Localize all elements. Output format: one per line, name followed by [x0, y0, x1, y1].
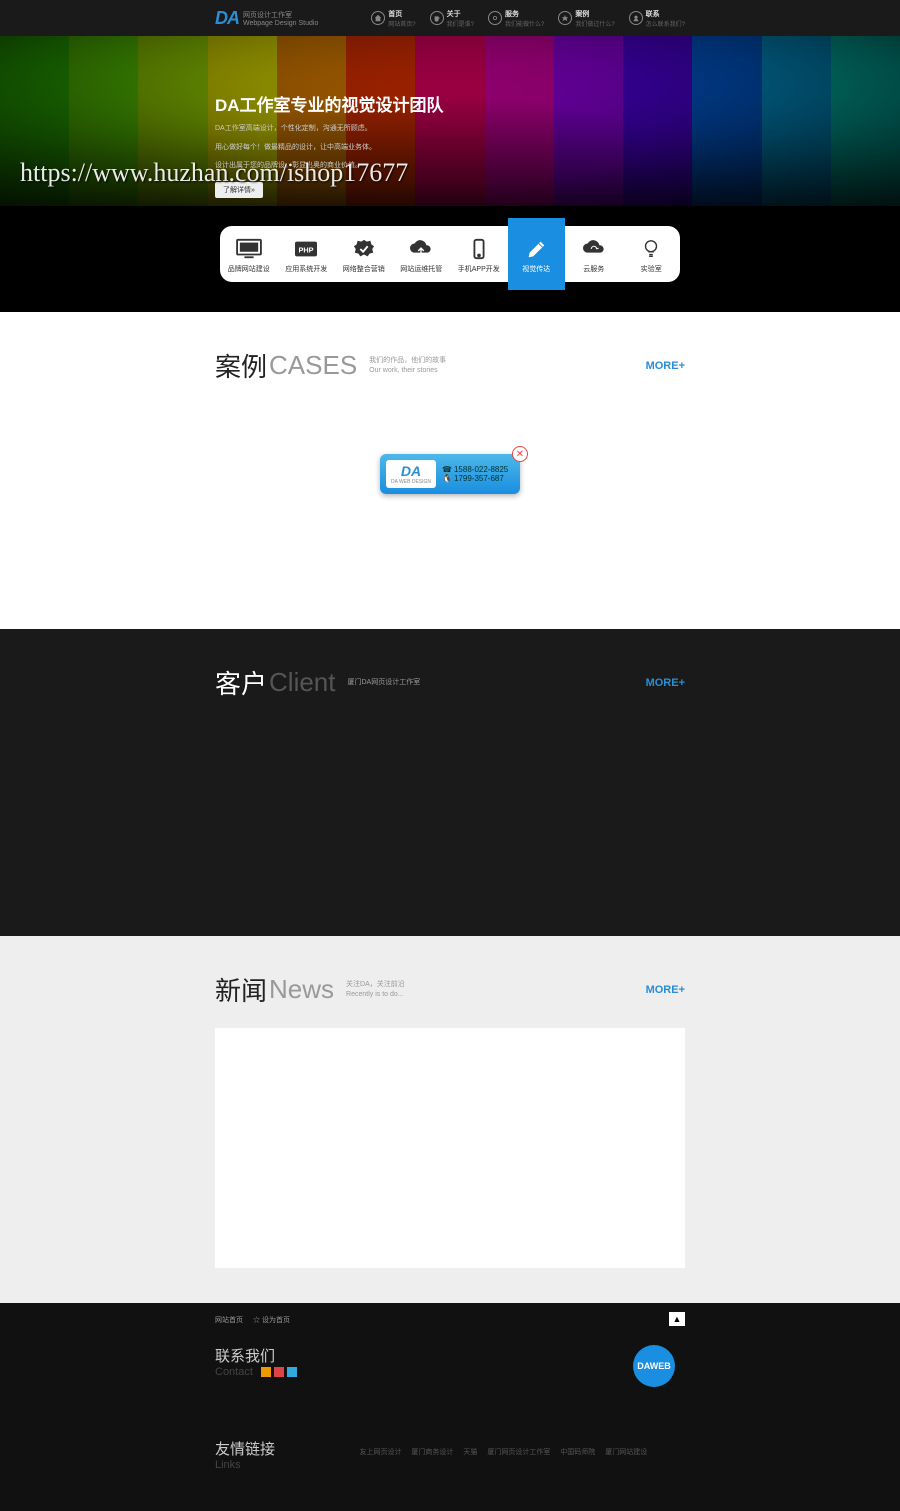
popup-close-button[interactable]: ✕ [512, 446, 528, 462]
cases-more-link[interactable]: MORE+ [646, 360, 685, 372]
friendlink-item[interactable]: 友上网页设计 [359, 1449, 401, 1456]
nav: 首页网站首页? 关于我们是谁? 服务我们能做什么? 案例我们做过什么? 联系怎么… [371, 9, 685, 28]
popup-phone[interactable]: ☎1588-022-8825 [442, 465, 508, 474]
cloud-up-icon [407, 238, 435, 260]
service-lab[interactable]: 实验室 [623, 226, 681, 282]
services-tabs: 品牌网站建设 PHP 应用系统开发 网络整合营销 网站运维托管 手机APP开发 … [220, 226, 680, 282]
hero-desc-1: DA工作室高端设计，个性化定制，沟通无所顾虑。 [215, 124, 685, 135]
client-title-en: Client [269, 667, 335, 698]
news-title-cn: 新闻 [215, 971, 267, 1008]
badge-icon [350, 238, 378, 260]
footer-contact-en: Contact [215, 1366, 253, 1378]
friendlink-item[interactable]: 厦门商务设计 [411, 1449, 453, 1456]
logo[interactable]: DA 网页设计工作室 Webpage Design Studio [215, 8, 318, 29]
service-system[interactable]: PHP 应用系统开发 [278, 226, 336, 282]
cup-icon [430, 11, 444, 25]
footer-graphic: DAWEB [633, 1345, 675, 1387]
footer-contact-cn: 联系我们 [215, 1345, 685, 1366]
client-section: 客户 Client 厦门DA网页设计工作室 MORE+ [0, 629, 900, 936]
friendlink-item[interactable]: 天猫 [463, 1449, 477, 1456]
footer: 网站首页 ☆ 设为首页 ▲ 联系我们 Contact DAWEB 友情链接 友上… [0, 1303, 900, 1511]
php-icon: PHP [292, 238, 320, 260]
footer-links: 网站首页 ☆ 设为首页 [215, 1315, 685, 1325]
cloud-sync-icon [580, 238, 608, 260]
friendlinks-cn: 友情链接 [215, 1441, 275, 1458]
friendlink-item[interactable]: 厦门网站建设 [605, 1449, 647, 1456]
footer-sethome-link[interactable]: ☆ 设为首页 [253, 1315, 290, 1325]
client-title-cn: 客户 [215, 664, 267, 701]
weibo-icon[interactable] [261, 1367, 271, 1377]
home-icon [371, 11, 385, 25]
service-visual[interactable]: 视觉传达 [508, 218, 566, 290]
nav-contact[interactable]: 联系怎么联系我们? [629, 9, 685, 28]
services-wrap: 品牌网站建设 PHP 应用系统开发 网络整合营销 网站运维托管 手机APP开发 … [0, 206, 900, 312]
news-section: 新闻 News 关注DA，关注前沿 Recently is to do... M… [0, 936, 900, 1303]
tencent-icon[interactable] [287, 1367, 297, 1377]
news-content [215, 1028, 685, 1268]
watermark: https://www.huzhan.com/ishop17677 [20, 158, 408, 188]
nav-service[interactable]: 服务我们能做什么? [488, 9, 544, 28]
scroll-top-button[interactable]: ▲ [669, 1312, 685, 1326]
nav-case[interactable]: 案例我们做过什么? [558, 9, 614, 28]
gear-icon [488, 11, 502, 25]
friendlink-item[interactable]: 厦门网页设计工作室 [487, 1449, 550, 1456]
news-more-link[interactable]: MORE+ [646, 984, 685, 996]
phone-icon [465, 238, 493, 260]
friendlinks-en: Links [215, 1459, 685, 1471]
logo-text-cn: 网页设计工作室 [243, 10, 318, 20]
logo-text-en: Webpage Design Studio [243, 20, 318, 27]
service-cloud[interactable]: 云服务 [565, 226, 623, 282]
social-icons [261, 1367, 297, 1377]
pencil-icon [522, 238, 550, 260]
service-marketing[interactable]: 网络整合营销 [335, 226, 393, 282]
cases-title-en: CASES [269, 350, 357, 381]
friendlink-item[interactable]: 中国码师院 [560, 1449, 595, 1456]
qq-icon: 🐧 [442, 474, 452, 483]
popup-qq[interactable]: 🐧1799-357-687 [442, 474, 508, 483]
service-maintain[interactable]: 网站运维托管 [393, 226, 451, 282]
daweb-badge: DAWEB [633, 1345, 675, 1387]
client-more-link[interactable]: MORE+ [646, 677, 685, 689]
cases-section: 案例 CASES 我们的作品，他们的故事 Our work, their sto… [0, 312, 900, 629]
monitor-icon [235, 238, 263, 260]
nav-about[interactable]: 关于我们是谁? [430, 9, 474, 28]
nav-home[interactable]: 首页网站首页? [371, 9, 415, 28]
logo-mark: DA [215, 8, 239, 29]
contact-popup: ✕ DA DA WEB DESIGN ☎1588-022-8825 🐧1799-… [380, 454, 520, 494]
header: DA 网页设计工作室 Webpage Design Studio 首页网站首页?… [0, 0, 900, 36]
footer-home-link[interactable]: 网站首页 [215, 1315, 243, 1325]
star-icon [558, 11, 572, 25]
contact-icon [629, 11, 643, 25]
hero-title: DA工作室专业的视觉设计团队 [215, 91, 685, 116]
phone-icon: ☎ [442, 465, 452, 474]
cases-title-cn: 案例 [215, 347, 267, 384]
client-content [215, 701, 685, 901]
popup-logo: DA DA WEB DESIGN [386, 460, 436, 488]
hero-desc-2: 用心做好每个！做最精品的设计，让中高端业务体。 [215, 143, 685, 154]
bulb-icon [637, 238, 665, 260]
friendlinks-list: 友上网页设计 厦门商务设计 天猫 厦门网页设计工作室 中国码师院 厦门网站建设 [359, 1449, 655, 1456]
rss-icon[interactable] [274, 1367, 284, 1377]
news-title-en: News [269, 974, 334, 1005]
svg-text:PHP: PHP [299, 246, 314, 255]
service-app[interactable]: 手机APP开发 [450, 226, 508, 282]
service-brand[interactable]: 品牌网站建设 [220, 226, 278, 282]
